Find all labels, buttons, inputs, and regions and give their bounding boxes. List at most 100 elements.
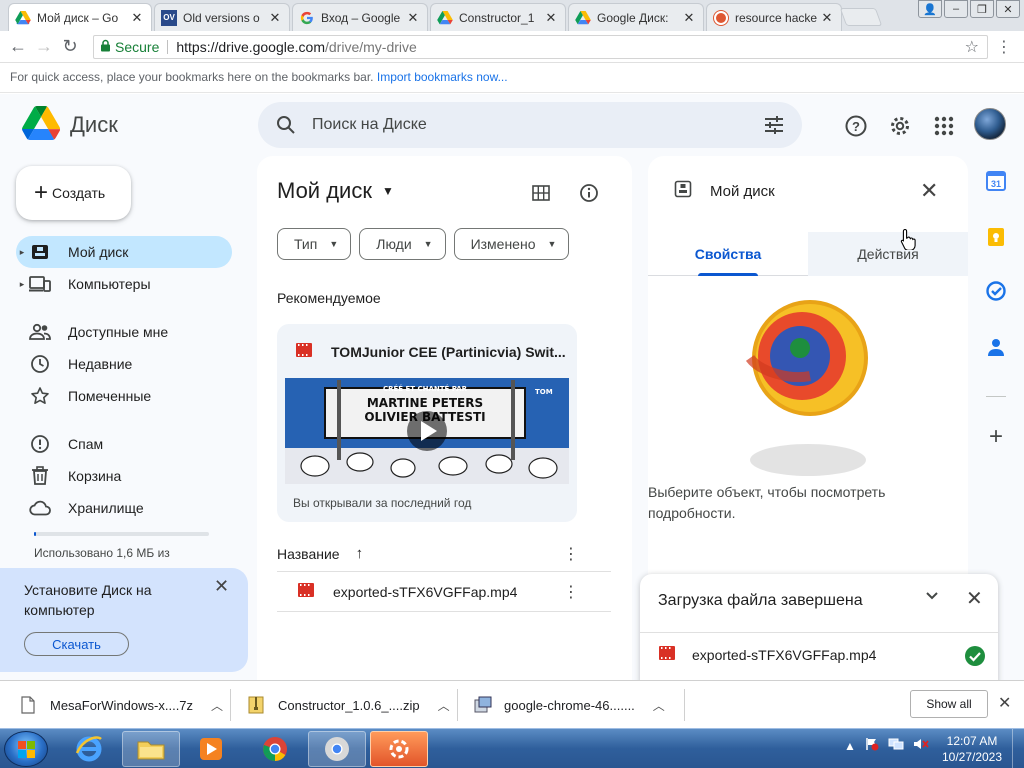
close-icon[interactable]: ✕ [966,586,983,611]
browser-menu-icon[interactable]: ⋮ [996,37,1012,57]
filter-people[interactable]: Люди ▼ [359,228,446,260]
upload-row[interactable]: exported-sTFX6VGFFap.mp4 [640,632,998,676]
browser-tab-constructor[interactable]: Constructor_1 ✕ [430,3,566,31]
close-tab-icon[interactable]: ✕ [129,10,145,26]
internet-explorer-icon[interactable] [60,731,118,767]
close-tab-icon[interactable]: ✕ [543,10,559,26]
show-desktop-button[interactable] [1012,729,1024,768]
download-item[interactable]: google-chrome-46....... ︿ [474,687,665,723]
start-button[interactable] [4,731,48,767]
drive-logo[interactable]: Диск [22,106,118,143]
file-name: exported-sTFX6VGFFap.mp4 [333,583,518,600]
page-title[interactable]: Мой диск ▼ [277,178,394,204]
check-circle-icon [964,645,986,670]
minimize-button[interactable]: – [944,0,968,18]
browser-tab-google-signin[interactable]: Вход – Google ✕ [292,3,428,31]
table-row[interactable]: exported-sTFX6VGFFap.mp4 ⋮ [277,572,611,612]
duckduckgo-icon [713,10,729,26]
back-arrow-icon[interactable]: ← [5,34,31,60]
sidebar-item-storage[interactable]: Хранилище [16,492,232,524]
taskbar-clock[interactable]: 12:07 AM 10/27/2023 [940,733,1004,765]
chevron-up-icon[interactable]: ︿ [438,697,450,714]
sidebar-item-trash[interactable]: Корзина [16,460,232,492]
chevron-up-icon[interactable]: ︿ [653,697,665,714]
close-tab-icon[interactable]: ✕ [267,10,283,26]
tasks-icon[interactable] [985,280,1007,302]
sidebar-item-shared[interactable]: Доступные мне [16,316,232,348]
reload-icon[interactable]: ↻ [57,34,83,60]
import-bookmarks-link[interactable]: Import bookmarks now... [377,70,508,84]
download-divider [684,689,685,721]
keep-icon[interactable] [985,226,1007,248]
expand-arrow-icon[interactable]: ▸ [16,279,28,290]
close-window-button[interactable]: ✕ [996,0,1020,18]
video-thumbnail[interactable]: CRÉÉ ET CHANTÉ PAR MARTINE PETERS OLIVIE… [285,378,569,484]
info-icon[interactable] [573,180,605,206]
recommended-file-card[interactable]: TOMJunior CEE (Partinicvia) Swit... CRÉÉ… [277,324,577,522]
apps-grid-icon[interactable] [928,110,960,142]
google-drive-icon [437,10,453,26]
grid-view-icon[interactable] [525,180,557,206]
download-item[interactable]: MesaForWindows-x....7z ︿ [20,687,223,723]
filter-type[interactable]: Тип ▼ [277,228,352,260]
view-controls [525,180,621,206]
sort-by-name[interactable]: Название [277,546,340,562]
google-drive-icon [575,10,591,26]
search-input[interactable]: Поиск на Диске [312,116,762,134]
close-icon[interactable]: ✕ [998,693,1011,713]
sidebar-item-my-drive[interactable]: ▸ Мой диск [16,236,232,268]
add-addon-icon[interactable]: + [985,423,1007,450]
sidebar-item-computers[interactable]: ▸ Компьютеры [16,268,232,300]
show-all-downloads-button[interactable]: Show all [910,690,988,718]
more-options-icon[interactable]: ⋮ [563,582,579,602]
close-icon[interactable]: ✕ [214,576,229,597]
sidebar-item-recent[interactable]: Недавние [16,348,232,380]
close-tab-icon[interactable]: ✕ [819,10,835,26]
close-icon[interactable]: ✕ [920,178,938,204]
chrome-icon[interactable] [246,731,304,767]
filter-modified[interactable]: Изменено ▼ [453,228,570,260]
close-tab-icon[interactable]: ✕ [681,10,697,26]
browser-tab-drive[interactable]: Мой диск – Go ✕ [8,3,152,31]
tray-expand-icon[interactable]: ▲ [844,739,856,753]
video-file-icon [658,645,676,664]
browser-tab-resource-hacker[interactable]: resource hacke ✕ [706,3,842,31]
tab-actions[interactable]: Действия [808,232,968,276]
sidebar-item-spam[interactable]: Спам [16,428,232,460]
create-button[interactable]: + Создать [16,166,131,220]
user-icon[interactable]: 👤 [918,0,942,18]
maximize-button[interactable]: ❐ [970,0,994,18]
more-options-icon[interactable]: ⋮ [563,544,579,564]
volume-muted-icon[interactable] [913,737,929,754]
gear-icon[interactable] [884,110,916,142]
help-icon[interactable]: ? [840,110,872,142]
browser-tab-oldversion[interactable]: OV Old versions o ✕ [154,3,290,31]
sort-arrow-up-icon[interactable]: ↑ [356,545,364,562]
installer-app-icon[interactable] [370,731,428,767]
sidebar-item-starred[interactable]: Помеченные [16,380,232,412]
tab-properties[interactable]: Свойства [648,232,808,276]
search-icon[interactable] [274,113,298,137]
avatar[interactable] [974,108,1006,140]
action-center-flag-icon[interactable] [865,737,879,754]
bookmark-star-icon[interactable]: ☆ [965,37,979,57]
file-explorer-icon[interactable] [122,731,180,767]
new-tab-button[interactable] [839,8,883,26]
chevron-up-icon[interactable]: ︿ [211,697,223,714]
search-bar[interactable]: Поиск на Диске [258,102,802,148]
download-button[interactable]: Скачать [24,632,129,656]
address-bar[interactable]: Secure https://drive.google.com/drive/my… [93,35,988,59]
contacts-icon[interactable] [985,336,1007,358]
browser-tab-google-drive[interactable]: Google Диск: ✕ [568,3,704,31]
expand-arrow-icon[interactable]: ▸ [16,247,28,258]
download-item[interactable]: Constructor_1.0.6_....zip ︿ [248,687,450,723]
chrome-active-window-icon[interactable] [308,731,366,767]
filter-label: Изменено [470,236,536,252]
network-icon[interactable] [888,737,904,754]
search-options-icon[interactable] [762,113,786,137]
close-tab-icon[interactable]: ✕ [405,10,421,26]
media-player-icon[interactable] [182,731,240,767]
chevron-down-icon[interactable] [924,588,940,609]
calendar-icon[interactable]: 31 [985,170,1007,192]
forward-arrow-icon[interactable]: → [31,34,57,60]
